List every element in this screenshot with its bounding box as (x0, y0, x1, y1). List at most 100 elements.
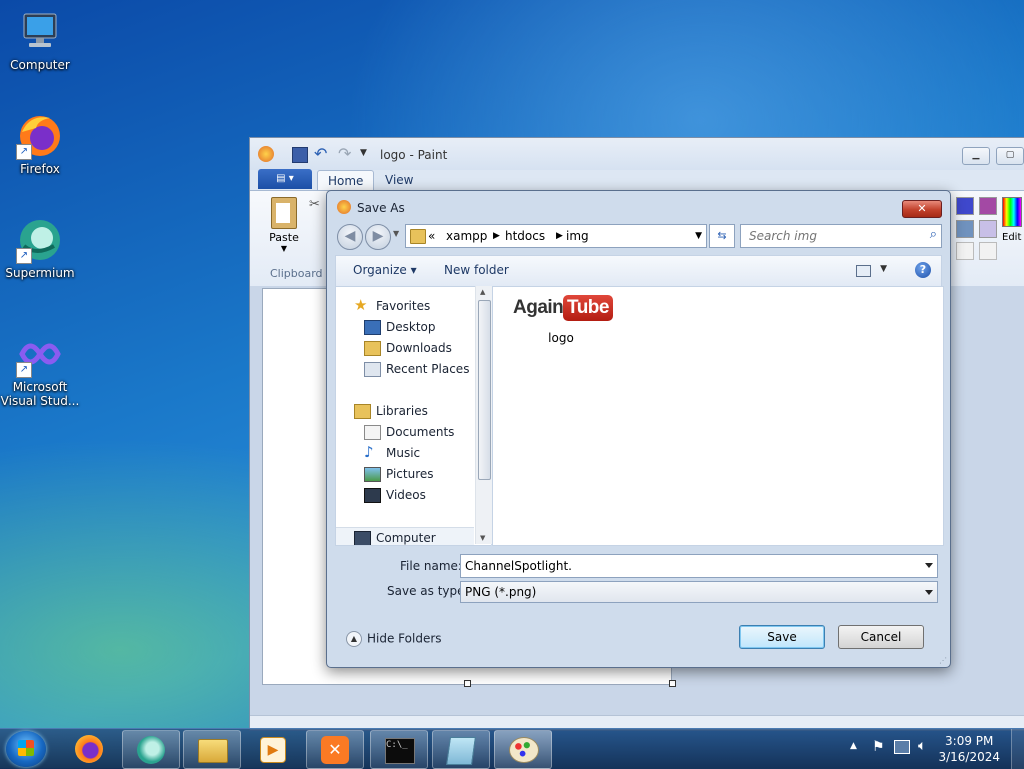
file-name-input[interactable]: ChannelSpotlight. (465, 555, 572, 577)
maximize-button[interactable]: ▢ (996, 147, 1024, 165)
desktop-icon-supermium[interactable]: ↗ Supermium (0, 216, 80, 280)
downloads-folder-icon (364, 341, 381, 356)
back-button[interactable]: ◀ (337, 224, 363, 250)
taskbar-xampp[interactable]: ✕ (306, 730, 364, 769)
favorites-star-icon: ★ (354, 296, 368, 314)
scroll-down-icon[interactable]: ▼ (480, 534, 485, 542)
clock[interactable]: 3:09 PM 3/16/2024 (938, 733, 1000, 765)
paste-label: Paste (269, 231, 299, 244)
save-button[interactable]: Save (739, 625, 825, 649)
paste-dropdown-icon[interactable]: ▼ (264, 244, 304, 253)
organize-button[interactable]: Organize ▾ (353, 263, 417, 277)
taskbar-supermium[interactable] (122, 730, 180, 769)
file-item-logo[interactable]: Again Tube logo (511, 293, 613, 345)
breadcrumb-htdocs[interactable]: htdocs (505, 225, 545, 247)
color-swatch[interactable] (956, 197, 974, 215)
recent-places-icon (364, 362, 381, 377)
recent-pages-dropdown-icon[interactable]: ▼ (393, 229, 399, 238)
paint-menu-button[interactable]: ▤ ▾ (258, 169, 312, 189)
address-bar[interactable]: « xampp ▶ htdocs ▶ img ▼ (405, 224, 707, 248)
desktop-icon-label: Supermium (5, 266, 75, 280)
desktop-icon-firefox[interactable]: ↗ Firefox (0, 112, 80, 176)
quick-access-dropdown-icon[interactable]: ▼ (360, 148, 367, 158)
new-folder-button[interactable]: New folder (444, 263, 509, 277)
search-input[interactable] (747, 227, 921, 245)
redo-icon[interactable]: ↷ (338, 144, 351, 163)
resize-grip-icon[interactable]: ⋰ (939, 656, 947, 665)
cut-icon[interactable]: ✂ (309, 197, 320, 212)
cancel-button[interactable]: Cancel (838, 625, 924, 649)
color-swatch[interactable] (979, 220, 997, 238)
breadcrumb-img[interactable]: img (566, 225, 589, 247)
taskbar-media-player[interactable]: ▶ (244, 730, 300, 767)
breadcrumb-prefix[interactable]: « (428, 225, 435, 247)
paint-app-icon (258, 146, 274, 162)
canvas-resize-handle[interactable] (669, 680, 676, 687)
visual-studio-icon: ↗ (16, 330, 64, 378)
breadcrumb-separator-icon[interactable]: ▶ (556, 225, 563, 247)
media-player-icon: ▶ (260, 737, 286, 763)
address-row: ◀ ▶ ▼ « xampp ▶ htdocs ▶ img ▼ ⇆ ⌕ (335, 223, 942, 250)
breadcrumb-xampp[interactable]: xampp (446, 225, 487, 247)
file-name-field[interactable]: ChannelSpotlight. (460, 554, 938, 578)
close-button[interactable]: ✕ (902, 200, 942, 218)
folder-icon (410, 229, 426, 244)
paste-button[interactable]: Paste ▼ (264, 197, 304, 257)
taskbar-firefox[interactable] (62, 730, 118, 767)
color-swatch[interactable] (979, 242, 997, 260)
taskbar-notepad[interactable] (432, 730, 490, 769)
music-icon: ♪ (364, 443, 374, 461)
save-type-label: Save as type: (387, 584, 469, 598)
scroll-up-icon[interactable]: ▲ (480, 288, 485, 296)
save-type-select[interactable]: PNG (*.png) (460, 581, 938, 603)
address-dropdown-icon[interactable]: ▼ (695, 225, 702, 247)
undo-icon[interactable]: ↶ (314, 144, 327, 163)
save-icon[interactable] (292, 147, 308, 163)
canvas-resize-handle[interactable] (464, 680, 471, 687)
minimize-button[interactable]: ▁ (962, 147, 990, 165)
scrollbar-thumb[interactable] (478, 300, 491, 480)
taskbar-paint[interactable] (494, 730, 552, 769)
save-type-dropdown-icon[interactable] (925, 590, 933, 595)
color-swatch[interactable] (979, 197, 997, 215)
start-button[interactable] (6, 731, 46, 767)
help-icon[interactable]: ? (915, 262, 931, 278)
volume-muted-icon[interactable]: 🔈︎ (918, 738, 926, 754)
refresh-button[interactable]: ⇆ (709, 224, 735, 248)
clipboard-icon (271, 197, 297, 229)
shortcut-arrow-icon: ↗ (16, 248, 32, 264)
action-center-flag-icon[interactable]: ⚑ (872, 739, 885, 755)
tab-home[interactable]: Home (317, 170, 375, 191)
terminal-icon: C:\_ (385, 738, 415, 764)
taskbar: ▶ ✕ C:\_ ▲ ⚑ 🔈︎ 3:09 PM 3/16/2024 (0, 728, 1024, 769)
computer-icon (354, 531, 371, 545)
show-hidden-icons-icon[interactable]: ▲ (850, 741, 857, 751)
firefox-icon (75, 735, 103, 763)
tab-view[interactable]: View (375, 170, 423, 190)
network-icon[interactable] (894, 740, 910, 754)
search-box[interactable]: ⌕ (740, 224, 942, 248)
file-name-label: logo (548, 331, 574, 345)
desktop-icon-computer[interactable]: Computer (0, 8, 80, 72)
color-swatch[interactable] (956, 220, 974, 238)
show-desktop-button[interactable] (1011, 729, 1024, 769)
nav-computer[interactable]: Computer (336, 527, 474, 545)
folder-icon (198, 739, 228, 763)
supermium-icon: ↗ (16, 216, 64, 264)
taskbar-explorer[interactable] (183, 730, 241, 769)
hide-folders-button[interactable]: ▲ Hide Folders (346, 631, 442, 647)
shortcut-arrow-icon: ↗ (16, 362, 32, 378)
edit-colors-button[interactable]: Edit colo (1002, 197, 1024, 263)
taskbar-command-prompt[interactable]: C:\_ (370, 730, 428, 769)
file-name-dropdown-icon[interactable] (925, 563, 933, 568)
pictures-icon (364, 467, 381, 482)
forward-button[interactable]: ▶ (365, 224, 391, 250)
change-view-icon[interactable] (856, 265, 871, 277)
view-options-dropdown-icon[interactable]: ▼ (880, 264, 887, 274)
color-swatch[interactable] (956, 242, 974, 260)
edit-colors-label: Edit colo (1002, 232, 1024, 243)
desktop-icon-visual-studio[interactable]: ↗ Microsoft Visual Stud... (0, 330, 80, 408)
navigation-scrollbar[interactable]: ▲ ▼ (475, 286, 492, 544)
documents-icon (364, 425, 381, 440)
breadcrumb-separator-icon[interactable]: ▶ (493, 225, 500, 247)
